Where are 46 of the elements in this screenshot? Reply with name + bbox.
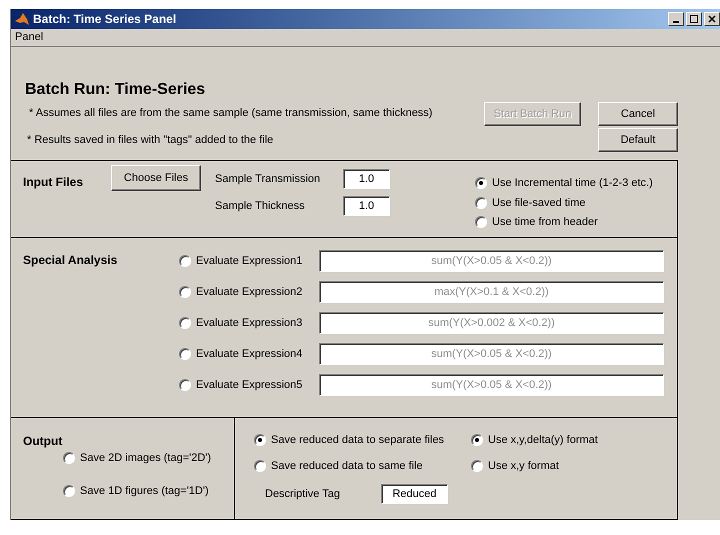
radio-label: Use Incremental time (1-2-3 etc.) — [492, 176, 653, 191]
heading: Batch Run: Time-Series — [25, 80, 206, 100]
text-field[interactable]: 1.0 — [343, 169, 390, 189]
radio-label: Evaluate Expression3 — [196, 316, 302, 331]
field-label: Sample Thickness — [215, 198, 306, 214]
radio-label: Save 1D figures (tag='1D') — [80, 484, 209, 498]
section-title: Output — [23, 433, 64, 450]
radio-button[interactable] — [254, 460, 266, 472]
push-button[interactable]: Default — [598, 128, 678, 152]
text-field[interactable]: 1.0 — [343, 196, 390, 216]
radio-button[interactable] — [475, 216, 487, 228]
radio-label: Evaluate Expression1 — [196, 254, 302, 269]
radio-button[interactable] — [471, 460, 483, 472]
radio-label: Evaluate Expression2 — [196, 284, 302, 300]
radio-button[interactable] — [471, 434, 483, 446]
radio-label: Save 2D images (tag='2D') — [80, 451, 212, 466]
window-title: Batch: Time Series Panel — [33, 11, 176, 28]
radio-button[interactable] — [63, 484, 75, 497]
note-text: * Results saved in files with "tags" added to the file — [26, 132, 274, 148]
radio-label: Evaluate Expression5 — [196, 378, 302, 393]
push-button[interactable]: Choose Files — [111, 165, 201, 191]
section-title: Input Files — [22, 174, 84, 191]
minimize-button[interactable] — [668, 12, 684, 26]
field-label: Descriptive Tag — [265, 486, 341, 502]
push-button[interactable]: Cancel — [598, 102, 678, 126]
note-text: * Assumes all files are from the same sample (same transmission, same thickness) — [28, 106, 434, 121]
radio-button[interactable] — [254, 434, 266, 446]
radio-label: Save reduced data to separate files — [271, 433, 444, 448]
radio-label: Use x,y format — [488, 458, 559, 474]
menu-item[interactable]: Panel — [15, 29, 44, 46]
text-field[interactable]: Reduced — [381, 484, 448, 504]
section-title: Special Analysis — [22, 252, 118, 269]
radio-label: Save reduced data to same file — [271, 458, 423, 474]
close-icon — [708, 15, 716, 24]
radio-label: Use time from header — [492, 215, 598, 230]
radio-button[interactable] — [475, 196, 487, 209]
maximize-button[interactable] — [686, 12, 702, 26]
close-button[interactable] — [704, 12, 720, 26]
radio-label: Use x,y,delta(y) format — [488, 433, 598, 448]
app-icon — [14, 11, 30, 28]
maximize-icon — [690, 15, 698, 24]
field-label: Sample Transmission — [215, 172, 322, 187]
radio-label: Evaluate Expression4 — [196, 346, 302, 362]
radio-label: Use file-saved time — [492, 196, 586, 210]
radio-button[interactable] — [63, 452, 75, 464]
radio-button[interactable] — [475, 177, 487, 190]
